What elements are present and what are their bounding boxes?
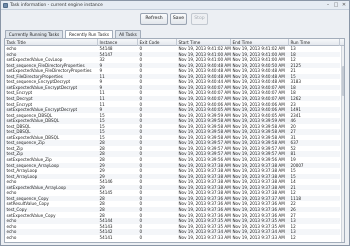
table-cell: Nov 19, 2013 9:37:33 AM bbox=[232, 234, 285, 240]
column-header-end-time[interactable]: End Time bbox=[231, 39, 289, 46]
column-header-instance[interactable]: Instance bbox=[98, 39, 138, 46]
title-bar[interactable]: Task information - current engine instan… bbox=[1, 1, 349, 10]
column-header-run-time[interactable]: Run Time bbox=[289, 39, 340, 46]
toolbar: Refresh Save Stop bbox=[1, 10, 349, 28]
stop-button[interactable]: Stop bbox=[191, 13, 208, 25]
table-cell: 0 bbox=[139, 234, 143, 240]
tab-currently-running-tasks[interactable]: Currently Running Tasks bbox=[5, 30, 63, 38]
scrollbar-thumb[interactable] bbox=[342, 66, 344, 96]
table-cell: Nov 19, 2013 9:37:33 AM bbox=[178, 234, 231, 240]
table-cell: echo bbox=[6, 234, 17, 240]
column-header-exit-code[interactable]: Exit Code bbox=[138, 39, 177, 46]
app-icon bbox=[3, 2, 8, 8]
column-header-task-title[interactable]: Task Title bbox=[5, 39, 98, 46]
maximize-icon[interactable]: □ bbox=[332, 2, 340, 8]
task-table: Task Title Instance Exit Code Start Time… bbox=[4, 38, 345, 243]
vertical-scrollbar[interactable] bbox=[341, 46, 344, 242]
window-title: Task information - current engine instan… bbox=[10, 2, 103, 8]
table-header: Task Title Instance Exit Code Start Time… bbox=[5, 39, 344, 46]
tab-all-tasks[interactable]: All Tasks bbox=[115, 30, 141, 38]
table-row[interactable]: echo 54141 0 Nov 19, 2013 9:37:33 AM Nov 19,… bbox=[5, 235, 340, 241]
close-icon[interactable]: ✕ bbox=[340, 2, 348, 8]
column-header-start-time[interactable]: Start Time bbox=[177, 39, 231, 46]
refresh-button[interactable]: Refresh bbox=[140, 13, 168, 25]
minimize-icon[interactable]: – bbox=[324, 2, 332, 8]
task-information-window: Task information - current engine instan… bbox=[0, 0, 350, 246]
table-cell: 54141 bbox=[99, 234, 113, 240]
save-button[interactable]: Save bbox=[170, 13, 187, 25]
table-cell: 12 bbox=[290, 234, 296, 240]
